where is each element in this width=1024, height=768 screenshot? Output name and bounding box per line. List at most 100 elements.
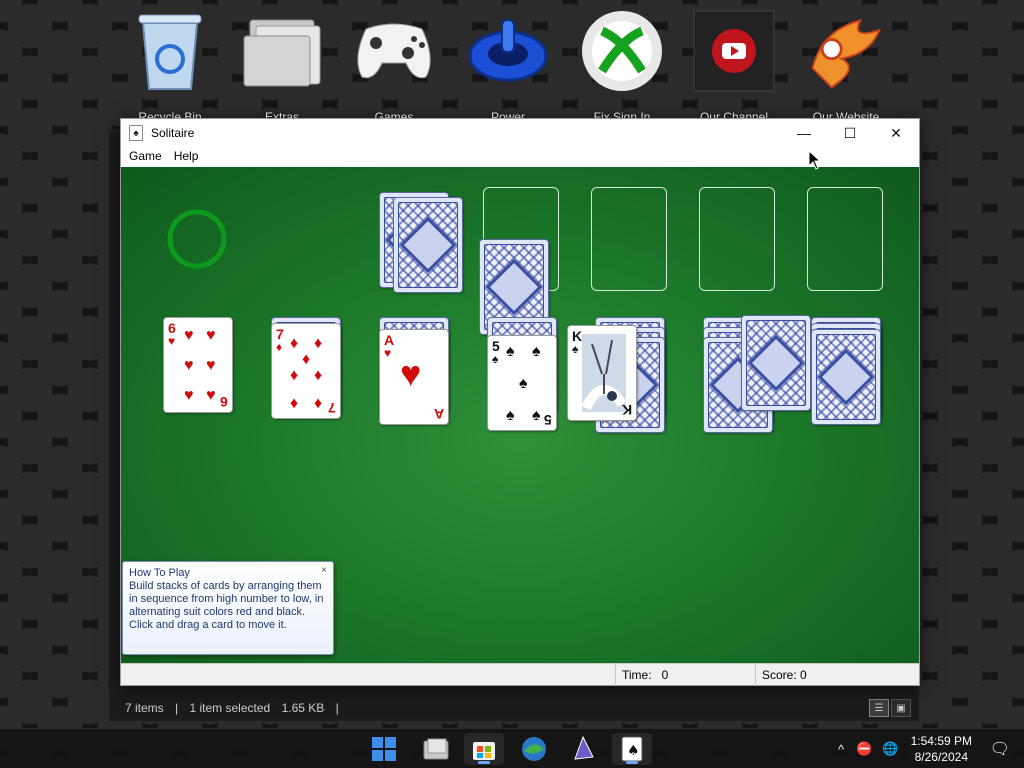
king-art-icon [582,334,626,412]
svg-text:♠: ♠ [627,743,640,759]
gamepad-icon [351,8,437,94]
pip-spade-icon: ♠ [532,407,541,424]
browser-icon[interactable] [514,733,554,765]
pip-diamond-icon: ♦ [290,367,299,384]
card-rank: 5 [544,412,552,428]
large-icons-view-icon[interactable]: ▣ [891,699,911,717]
desktop-icon-recycle-bin[interactable]: Recycle Bin [120,4,220,124]
score-label: Score: [762,668,797,682]
tableau-card-king[interactable]: K ♠ K [567,325,637,421]
desktop-icon-games[interactable]: Games [344,4,444,124]
clock-date: 8/26/2024 [914,750,968,764]
clock-time: 1:54:59 PM [910,734,972,748]
mouse-cursor-icon [808,150,822,170]
card-rank: A [433,406,444,422]
pip-diamond-icon: ♦ [290,395,299,412]
tray-chevron-icon[interactable]: ^ [838,742,844,757]
pip-heart-icon: ♥ [206,327,216,344]
pip-spade-icon: ♠ [519,375,528,392]
solitaire-app-icon: ♠ [129,125,143,141]
redeal-ring-icon[interactable] [165,207,229,271]
tableau-card-back[interactable] [741,315,811,411]
game-statusbar: Time: 0 Score: 0 [121,663,919,686]
selected-size: 1.65 KB [281,701,325,715]
tooltip-body: Build stacks of cards by arranging them … [129,580,324,631]
card-rank: 7 [276,326,284,342]
store-icon[interactable] [464,733,504,765]
tooltip-close-icon[interactable]: × [321,565,327,576]
pip-diamond-icon: ♦ [302,351,311,368]
pip-spade-icon: ♠ [532,343,541,360]
card-rank: 5 [492,338,500,354]
desktop-icon-fix-sign-in[interactable]: Fix Sign In [572,4,672,124]
desktop-icon-power[interactable]: Power [458,4,558,124]
card-rank: 6 [220,394,228,410]
xbox-icon [579,8,665,94]
foundation-slot-4[interactable] [807,187,883,291]
pip-heart-icon: ♥ [184,327,194,344]
pip-heart-icon: ♥ [206,387,216,404]
folder-icon [239,8,325,94]
window-title: Solitaire [151,126,195,140]
solitaire-icon[interactable]: ♠ [612,733,652,765]
system-tray: ^ ⛔ 🌐 [838,729,898,768]
card-suit: ♠ [492,352,499,366]
explorer-statusbar: 7 items | 1 item selected 1.65 KB | [125,701,339,715]
details-view-icon[interactable]: ☰ [869,699,889,717]
desktop-icon-extras[interactable]: Extras [232,4,332,124]
stock-card-top[interactable] [393,197,463,293]
desktop-icon-our-channel[interactable]: Our Channel [684,4,784,124]
card-rank: 6 [168,320,176,336]
desktop-icon-our-website[interactable]: Our Website [796,4,896,124]
file-explorer-icon[interactable] [416,733,456,765]
how-to-play-tooltip: How To Play Build stacks of cards by arr… [122,561,334,655]
tableau-card[interactable]: 6 ♥ ♥ ♥ ♥ ♥ ♥ ♥ 6 [163,317,233,413]
menu-game[interactable]: Game [123,147,168,167]
time-display: Time: 0 [615,664,755,686]
power-icon [465,8,551,94]
menu-bar: Game Help [121,147,919,167]
clock[interactable]: 1:54:59 PM 8/26/2024 [911,733,972,765]
card-suit: ♠ [572,342,579,356]
tableau-card[interactable]: 5 ♠ ♠ ♠ ♠ ♠ ♠ 5 [487,335,557,431]
window-controls: — ☐ ✕ [781,119,919,147]
network-icon[interactable]: ⛔ [856,741,872,757]
time-value: 0 [661,668,669,682]
pip-spade-icon: ♠ [506,407,515,424]
tableau-card[interactable]: 7 ♦ ♦ ♦ ♦ ♦ ♦ ♦ ♦ 7 [271,323,341,419]
pip-diamond-icon: ♦ [314,395,323,412]
pip-diamond-icon: ♦ [314,367,323,384]
pip-heart-icon: ♥ [206,357,216,374]
time-label: Time: [622,668,652,682]
card-suit: ♥ [168,334,176,348]
score-value: 0 [800,668,807,682]
taskbar: ♠ ^ ⛔ 🌐 1:54:59 PM 8/26/2024 🗨 [0,728,1024,768]
card-suit: ♥ [384,346,392,360]
notification-icon[interactable]: 🗨 [990,739,1010,759]
selected-count: 1 item selected [189,701,271,715]
recycle-bin-icon [127,8,213,94]
windows-start-icon[interactable] [364,733,404,765]
youtube-icon [691,8,777,94]
foundation-slot-3[interactable] [699,187,775,291]
card-rank: 7 [328,400,336,416]
maximize-button[interactable]: ☐ [827,119,873,147]
title-bar[interactable]: ♠ Solitaire — ☐ ✕ [121,119,919,147]
media-icon[interactable] [564,733,604,765]
item-count: 7 items [125,701,164,715]
foundation-slot-2[interactable] [591,187,667,291]
pip-heart-icon: ♥ [400,353,422,394]
tooltip-title: How To Play [129,567,190,579]
card-suit: ♦ [276,340,283,354]
language-globe-icon[interactable]: 🌐 [882,741,898,757]
minimize-button[interactable]: — [781,119,827,147]
pip-spade-icon: ♠ [506,343,515,360]
pip-diamond-icon: ♦ [314,335,323,352]
menu-help[interactable]: Help [168,147,205,167]
tableau-card[interactable]: A ♥ ♥ A [379,329,449,425]
pip-diamond-icon: ♦ [290,335,299,352]
pip-heart-icon: ♥ [184,387,194,404]
close-button[interactable]: ✕ [873,119,919,147]
pip-heart-icon: ♥ [184,357,194,374]
tableau-card-back[interactable] [811,329,881,425]
